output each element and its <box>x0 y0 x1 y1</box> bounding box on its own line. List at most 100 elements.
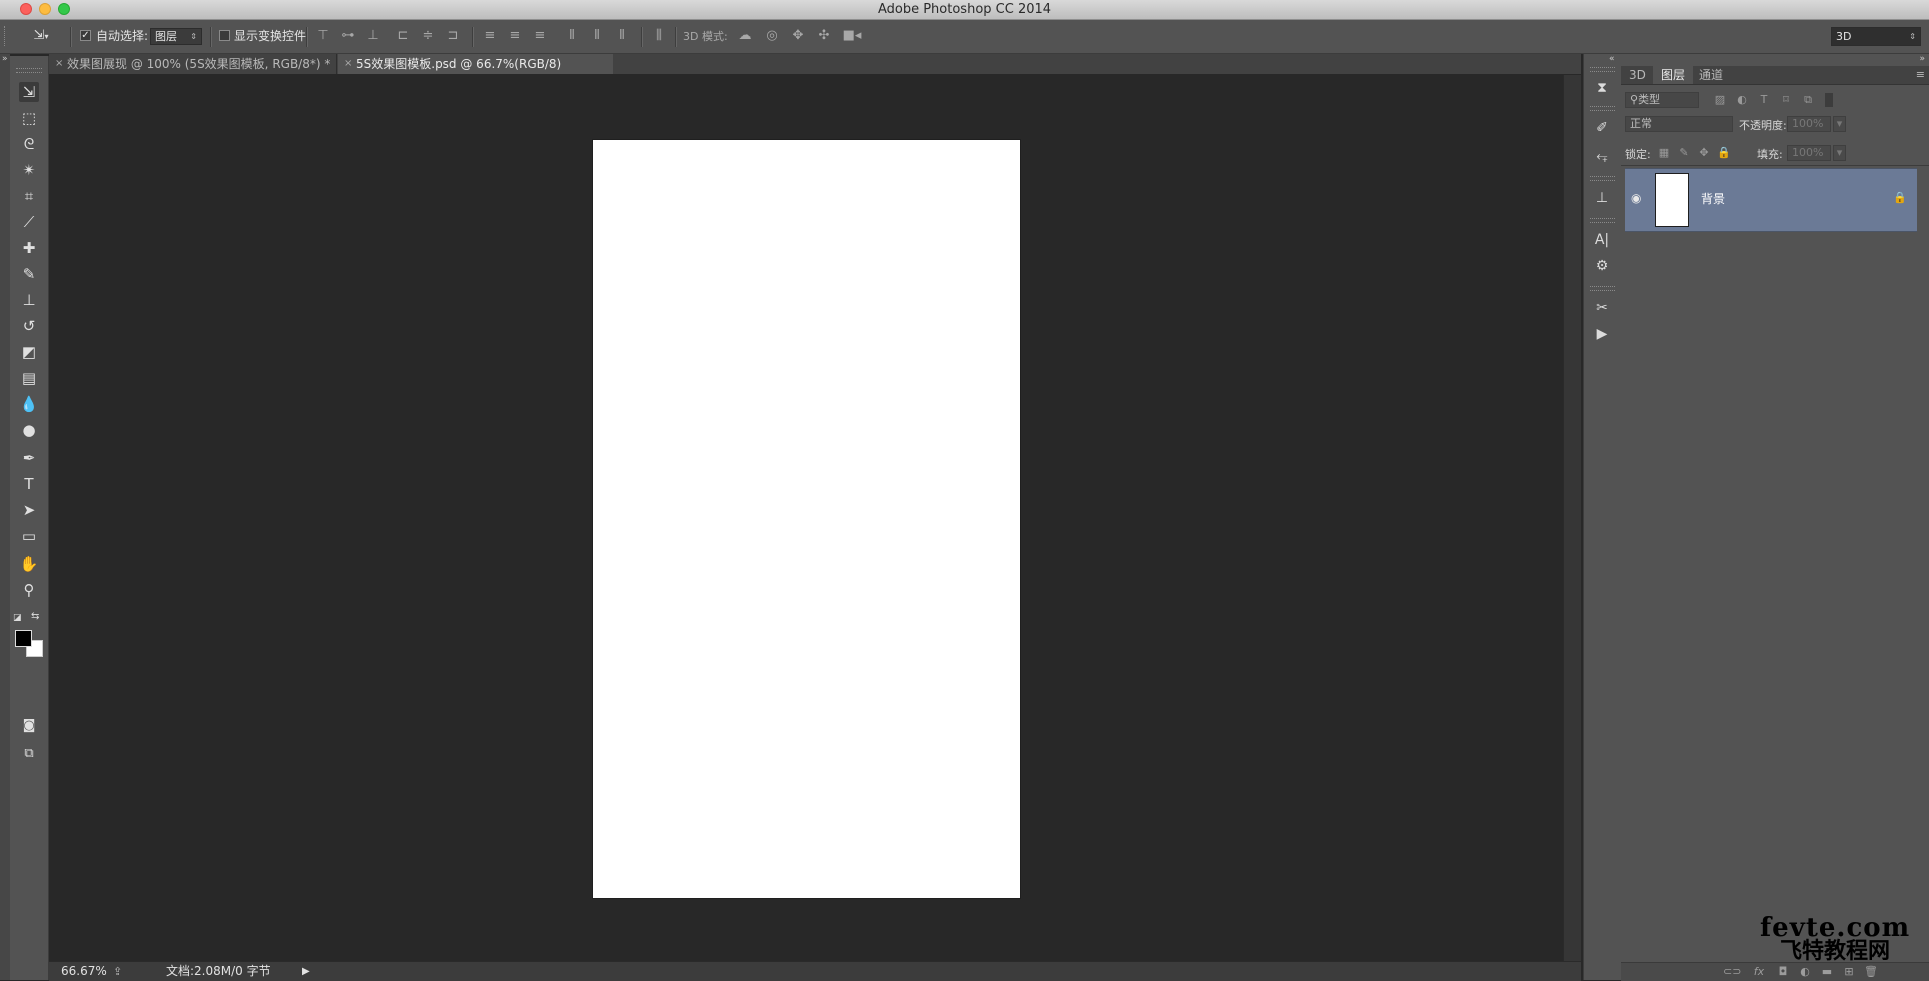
distribute-top-icon[interactable]: ≡ <box>482 28 498 44</box>
dock-grip[interactable] <box>1590 106 1615 111</box>
auto-align-layers-icon[interactable]: ⫼ <box>651 28 667 44</box>
swap-colors-icon[interactable]: ⇆ <box>31 611 39 622</box>
distribute-left-icon[interactable]: ⫴ <box>564 28 580 44</box>
zoom-level[interactable]: 66.67% <box>61 962 107 981</box>
blur-tool-icon[interactable]: 💧 <box>19 394 39 414</box>
align-vertical-center-icon[interactable]: ⊶ <box>340 28 356 44</box>
layer-row[interactable]: ◉ 背景 🔒 <box>1625 168 1917 232</box>
auto-select-dropdown[interactable]: 图层 ⇕ <box>150 28 202 45</box>
distribute-vertical-center-icon[interactable]: ≡ <box>507 28 523 44</box>
dock-grip[interactable] <box>1590 218 1615 223</box>
actions-panel-icon[interactable]: ▶ <box>1592 324 1612 344</box>
new-layer-icon[interactable]: ⊞ <box>1841 965 1857 979</box>
glyphs-panel-icon[interactable]: ⚙ <box>1592 256 1612 276</box>
eraser-tool-icon[interactable]: ◩ <box>19 342 39 362</box>
type-filter-icon[interactable]: T <box>1757 93 1771 107</box>
lock-transparent-icon[interactable]: ▦ <box>1657 146 1671 160</box>
lock-position-icon[interactable]: ✥ <box>1697 146 1711 160</box>
window-minimize-button[interactable] <box>39 3 51 15</box>
window-close-button[interactable] <box>20 3 32 15</box>
rotate-3d-icon[interactable]: ☁ <box>737 28 753 44</box>
roll-3d-icon[interactable]: ◎ <box>764 28 780 44</box>
options-bar-grip[interactable] <box>4 26 8 46</box>
scale-3d-icon[interactable]: ■◂ <box>842 28 862 44</box>
close-icon[interactable]: × <box>55 54 63 74</box>
smart-object-filter-icon[interactable]: ⧉ <box>1801 93 1815 107</box>
brush-tool-icon[interactable]: ✎ <box>19 264 39 284</box>
document-tab[interactable]: × 效果图展现 @ 100% (5S效果图模板, RGB/8*) * <box>49 54 337 74</box>
lock-all-icon[interactable]: 🔒 <box>1717 146 1731 160</box>
document-tab-active[interactable]: × 5S效果图模板.psd @ 66.7%(RGB/8) <box>338 54 613 74</box>
gradient-tool-icon[interactable]: ▤ <box>19 368 39 388</box>
distribute-right-icon[interactable]: ⫴ <box>614 28 630 44</box>
healing-brush-tool-icon[interactable]: ✚ <box>19 238 39 258</box>
share-icon[interactable]: ⇪ <box>113 962 122 981</box>
add-mask-icon[interactable]: ◘ <box>1775 965 1791 979</box>
clone-stamp-tool-icon[interactable]: ⊥ <box>19 290 39 310</box>
auto-select-checkbox[interactable]: ✓ <box>80 30 91 41</box>
tab-channels[interactable]: 通道 <box>1691 66 1731 84</box>
pen-tool-icon[interactable]: ✒ <box>19 448 39 468</box>
quick-mask-icon[interactable]: ◙ <box>19 716 39 736</box>
fill-slider-toggle[interactable]: ▾ <box>1833 145 1846 161</box>
foreground-color-swatch[interactable] <box>15 630 32 647</box>
panel-menu-icon[interactable]: ≡ <box>1916 66 1925 84</box>
clone-source-icon[interactable]: ⊥ <box>1592 188 1612 208</box>
distribute-horizontal-center-icon[interactable]: ⫴ <box>589 28 605 44</box>
path-selection-tool-icon[interactable]: ➤ <box>19 500 39 520</box>
opacity-slider-toggle[interactable]: ▾ <box>1833 116 1846 132</box>
character-panel-icon[interactable]: A| <box>1592 230 1612 250</box>
visibility-eye-icon[interactable]: ◉ <box>1631 191 1641 205</box>
magic-wand-tool-icon[interactable]: ✴ <box>19 160 39 180</box>
status-menu-arrow-icon[interactable]: ▶ <box>302 962 310 981</box>
rectangle-tool-icon[interactable]: ▭ <box>19 526 39 546</box>
brush-panel-icon[interactable]: ⥆ <box>1592 146 1612 166</box>
layer-style-icon[interactable]: fx <box>1751 965 1767 979</box>
move-tool-preset-icon[interactable]: ⇲▾ <box>30 28 52 44</box>
hand-tool-icon[interactable]: ✋ <box>19 554 39 574</box>
collapse-dock-icon[interactable]: » <box>1919 54 1925 64</box>
expand-panel-icon[interactable]: » <box>2 54 8 64</box>
show-transform-checkbox[interactable] <box>219 30 230 41</box>
shape-filter-icon[interactable]: ⌑ <box>1779 93 1793 107</box>
align-horizontal-center-icon[interactable]: ≑ <box>420 28 436 44</box>
delete-layer-icon[interactable]: 🗑 <box>1863 965 1879 979</box>
tab-layers[interactable]: 图层 <box>1653 66 1694 84</box>
screen-mode-icon[interactable]: ⧉ <box>19 744 39 764</box>
opacity-input[interactable]: 100% <box>1787 116 1831 132</box>
filter-toggle-icon[interactable] <box>1825 93 1833 107</box>
align-right-icon[interactable]: ⊐ <box>445 28 461 44</box>
link-layers-icon[interactable]: ⊂⊃ <box>1723 965 1741 979</box>
lock-image-icon[interactable]: ✎ <box>1677 146 1691 160</box>
history-panel-icon[interactable]: ⧗ <box>1592 78 1612 98</box>
collapse-panel-icon[interactable]: « <box>1609 54 1615 64</box>
tool-presets-icon[interactable]: ✂ <box>1592 298 1612 318</box>
tab-3d[interactable]: 3D <box>1621 66 1654 84</box>
eyedropper-tool-icon[interactable]: ⟋ <box>19 212 39 232</box>
tools-panel-grip[interactable] <box>16 68 42 73</box>
dock-grip[interactable] <box>1590 67 1615 72</box>
workspace-dropdown[interactable]: 3D ⇕ <box>1831 27 1921 46</box>
slide-3d-icon[interactable]: ✣ <box>816 28 832 44</box>
lasso-tool-icon[interactable]: ᘓ <box>19 134 39 154</box>
type-tool-icon[interactable]: T <box>19 474 39 494</box>
window-maximize-button[interactable] <box>58 3 70 15</box>
layer-name[interactable]: 背景 <box>1701 169 1725 229</box>
default-colors-icon[interactable]: ◪ <box>13 613 22 623</box>
marquee-tool-icon[interactable]: ⬚ <box>19 108 39 128</box>
document-canvas[interactable] <box>593 140 1020 898</box>
adjustment-layer-icon[interactable]: ◐ <box>1797 965 1813 979</box>
history-brush-tool-icon[interactable]: ↺ <box>19 316 39 336</box>
filter-kind-dropdown[interactable]: ⚲类型 <box>1625 92 1699 108</box>
blend-mode-dropdown[interactable]: 正常 <box>1625 116 1733 132</box>
dock-grip[interactable] <box>1590 286 1615 291</box>
adjustment-filter-icon[interactable]: ◐ <box>1735 93 1749 107</box>
dock-grip[interactable] <box>1590 176 1615 181</box>
dodge-tool-icon[interactable]: ● <box>19 420 39 440</box>
align-top-icon[interactable]: ⊤ <box>315 28 331 44</box>
move-tool-icon[interactable]: ⇲ <box>19 82 39 102</box>
distribute-bottom-icon[interactable]: ≡ <box>532 28 548 44</box>
crop-tool-icon[interactable]: ⌗ <box>19 186 39 206</box>
pixel-filter-icon[interactable]: ▨ <box>1713 93 1727 107</box>
align-left-icon[interactable]: ⊏ <box>395 28 411 44</box>
